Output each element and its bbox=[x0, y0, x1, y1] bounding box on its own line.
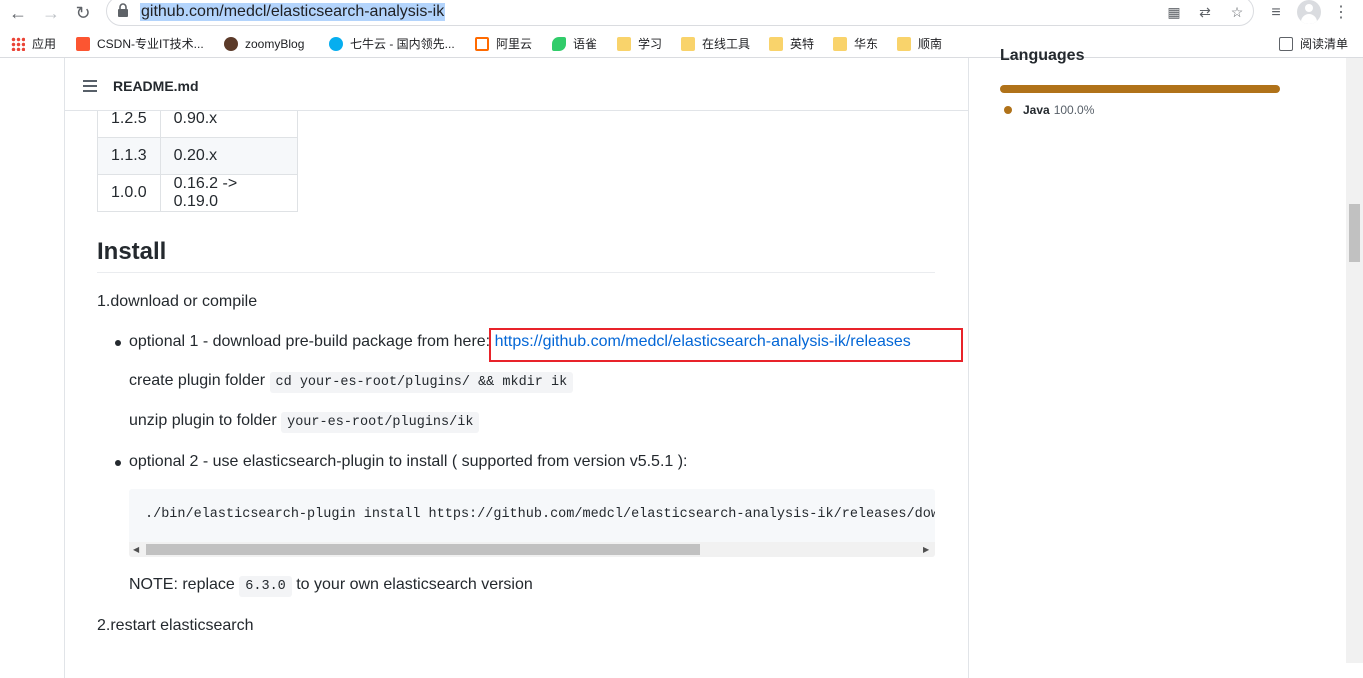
page-scrollbar-thumb[interactable] bbox=[1349, 204, 1360, 262]
readme-container: 1.2.5 0.90.x 1.1.3 0.20.x 1.0.0 0.16.2 -… bbox=[64, 58, 969, 678]
bookmark-csdn[interactable]: CSDN-专业IT技术... bbox=[76, 35, 204, 53]
create-folder-item: create plugin folder cd your-es-root/plu… bbox=[129, 372, 574, 393]
reading-list-icon bbox=[1279, 37, 1293, 51]
table-cell: 0.16.2 -> 0.19.0 bbox=[159, 174, 298, 212]
media-list-icon[interactable]: ≡ bbox=[1264, 2, 1288, 24]
back-arrow-icon[interactable]: ← bbox=[7, 2, 29, 24]
url-text[interactable]: github.com/medcl/elasticsearch-analysis-… bbox=[140, 3, 446, 21]
menu-dots-icon[interactable]: ⋮ bbox=[1329, 2, 1353, 24]
table-row: 1.0.0 0.16.2 -> 0.19.0 bbox=[97, 174, 298, 212]
readme-filename: README.md bbox=[113, 78, 199, 94]
profile-avatar-icon[interactable] bbox=[1297, 0, 1321, 24]
bullet-icon bbox=[115, 460, 121, 466]
bookmark-apps[interactable]: 应用 bbox=[11, 35, 56, 53]
java-color-dot-icon bbox=[1004, 106, 1012, 114]
scrollbar-thumb[interactable] bbox=[146, 544, 700, 555]
zoomy-icon bbox=[224, 37, 238, 51]
note-item: NOTE: replace 6.3.0 to your own elastics… bbox=[129, 576, 533, 597]
note-suffix: to your own elasticsearch version bbox=[291, 576, 533, 593]
language-percent: 100.0% bbox=[1053, 103, 1095, 117]
bookmarks-bar: 应用 CSDN-专业IT技术... zoomyBlog 七牛云 - 国内领先..… bbox=[0, 30, 1363, 58]
folder-icon bbox=[833, 37, 847, 51]
table-cell: 1.0.0 bbox=[97, 174, 161, 212]
scroll-left-icon[interactable]: ◀ bbox=[133, 545, 139, 554]
note-version-code: 6.3.0 bbox=[239, 576, 292, 597]
languages-heading: Languages bbox=[1000, 47, 1085, 64]
browser-toolbar: ← → ↻ github.com/medcl/elasticsearch-ana… bbox=[0, 0, 1363, 27]
reload-icon[interactable]: ↻ bbox=[72, 2, 94, 24]
folder-icon bbox=[897, 37, 911, 51]
yuque-icon bbox=[552, 37, 566, 51]
optional-1-text: optional 1 - download pre-build package … bbox=[129, 333, 495, 350]
create-folder-label: create plugin folder bbox=[129, 372, 270, 389]
heading-divider bbox=[97, 272, 935, 273]
language-java[interactable]: Java 100.0% bbox=[1023, 103, 1094, 117]
bookmark-yuque[interactable]: 语雀 bbox=[552, 35, 597, 53]
folder-icon bbox=[681, 37, 695, 51]
bookmark-folder-study[interactable]: 学习 bbox=[617, 35, 662, 53]
table-cell: 0.20.x bbox=[159, 137, 298, 175]
bookmark-zoomyblog[interactable]: zoomyBlog bbox=[224, 35, 304, 53]
qiniu-icon bbox=[329, 37, 343, 51]
table-cell: 1.1.3 bbox=[97, 137, 161, 175]
forward-arrow-icon[interactable]: → bbox=[40, 2, 62, 24]
qr-code-icon[interactable]: ▦ bbox=[1165, 3, 1183, 21]
bullet-icon bbox=[115, 340, 121, 346]
unzip-label: unzip plugin to folder bbox=[129, 412, 282, 429]
note-prefix: NOTE: replace bbox=[129, 576, 240, 593]
bookmark-aliyun[interactable]: 阿里云 bbox=[475, 35, 532, 53]
language-bar bbox=[1000, 85, 1280, 93]
optional-2-text: optional 2 - use elasticsearch-plugin to… bbox=[129, 453, 688, 470]
address-bar[interactable]: github.com/medcl/elasticsearch-analysis-… bbox=[106, 0, 1254, 26]
list-icon[interactable] bbox=[83, 80, 97, 92]
page-scrollbar[interactable] bbox=[1346, 58, 1363, 663]
install-code-block: ./bin/elasticsearch-plugin install https… bbox=[129, 489, 935, 557]
scroll-right-icon[interactable]: ▶ bbox=[923, 545, 929, 554]
lock-icon bbox=[118, 3, 128, 17]
highlight-box bbox=[489, 328, 963, 362]
page-content: 1.2.5 0.90.x 1.1.3 0.20.x 1.0.0 0.16.2 -… bbox=[0, 47, 1363, 678]
bookmark-folder-tools[interactable]: 在线工具 bbox=[681, 35, 750, 53]
translate-icon[interactable]: ⇄ bbox=[1196, 3, 1214, 21]
folder-icon bbox=[769, 37, 783, 51]
unzip-item: unzip plugin to folder your-es-root/plug… bbox=[129, 412, 480, 433]
readme-header: README.md bbox=[65, 58, 968, 111]
bookmark-folder-huadong[interactable]: 华东 bbox=[833, 35, 878, 53]
bookmark-star-icon[interactable]: ☆ bbox=[1228, 3, 1246, 21]
csdn-icon bbox=[76, 37, 90, 51]
install-heading: Install bbox=[97, 238, 167, 265]
version-table: 1.2.5 0.90.x 1.1.3 0.20.x 1.0.0 0.16.2 -… bbox=[97, 100, 298, 212]
step-restart: 2.restart elasticsearch bbox=[97, 617, 254, 634]
folder-icon bbox=[617, 37, 631, 51]
bookmark-qiniu[interactable]: 七牛云 - 国内领先... bbox=[329, 35, 455, 53]
step-download: 1.download or compile bbox=[97, 293, 258, 310]
bookmark-folder-shunnan[interactable]: 顺南 bbox=[897, 35, 942, 53]
table-row: 1.1.3 0.20.x bbox=[97, 137, 298, 175]
create-folder-code: cd your-es-root/plugins/ && mkdir ik bbox=[269, 372, 574, 393]
install-command: ./bin/elasticsearch-plugin install https… bbox=[145, 507, 935, 522]
horizontal-scrollbar[interactable]: ◀ ▶ bbox=[129, 542, 935, 557]
apps-grid-icon bbox=[11, 37, 25, 51]
unzip-code: your-es-root/plugins/ik bbox=[281, 412, 480, 433]
bookmark-folder-yingte[interactable]: 英特 bbox=[769, 35, 814, 53]
reading-list-button[interactable]: 阅读清单 bbox=[1279, 35, 1348, 53]
aliyun-icon bbox=[475, 37, 489, 51]
